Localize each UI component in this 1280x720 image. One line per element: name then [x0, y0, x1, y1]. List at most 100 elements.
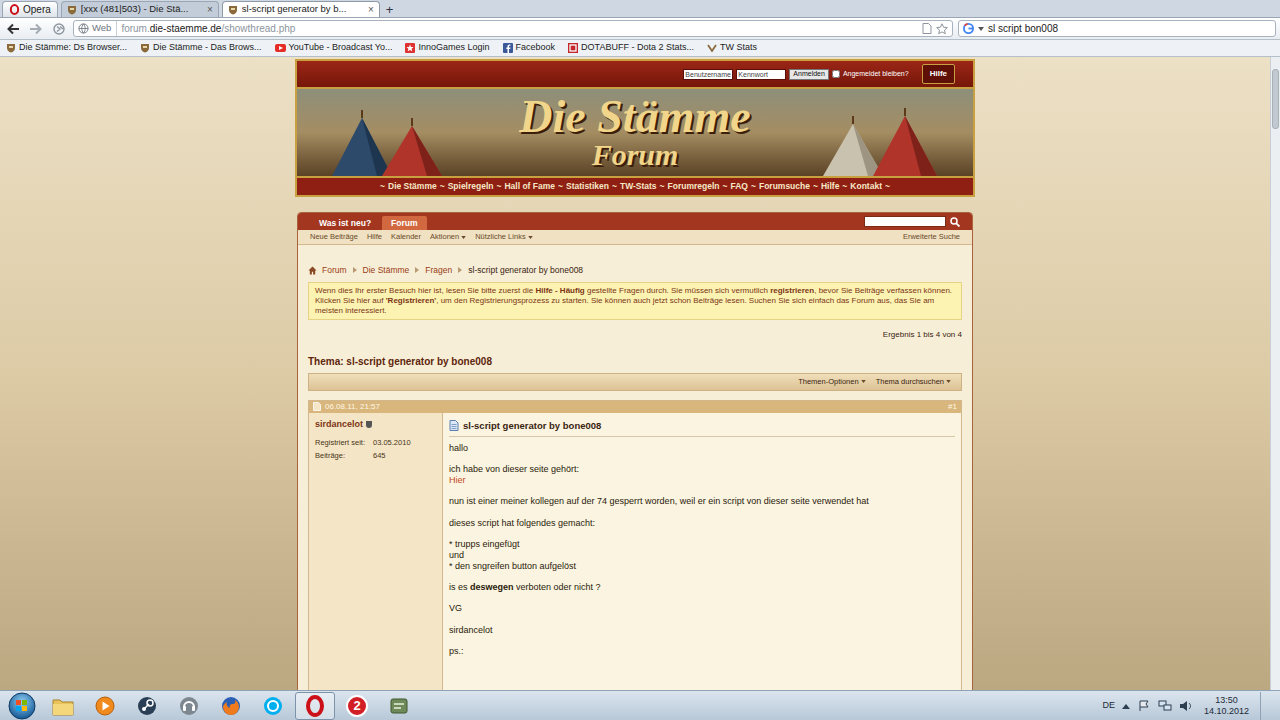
- show-desktop-button[interactable]: [1260, 692, 1270, 720]
- search-field[interactable]: sl script bon008: [958, 20, 1276, 37]
- subnav-item[interactable]: Hilfe: [367, 231, 382, 242]
- bookmarks-bar: Die Stämme: Ds Browser... Die Stämme - Da…: [0, 40, 1280, 57]
- thread-tool[interactable]: Themen-Optionen: [798, 376, 865, 387]
- password-field[interactable]: [736, 69, 786, 80]
- twstats-icon: [707, 43, 717, 53]
- login-bar: AnmeldenAngemeldet bleiben?Hilfe: [297, 61, 973, 87]
- nav-link[interactable]: Forumregeln: [668, 180, 720, 193]
- address-field[interactable]: Web forum.die-staemme.de/showthread.php: [73, 20, 953, 37]
- bookmark[interactable]: DOTABUFF - Dota 2 Stats...: [568, 41, 694, 55]
- browser-tab[interactable]: sl-script generator by b...×: [222, 1, 380, 17]
- nav-link[interactable]: Kontakt: [850, 180, 882, 193]
- language-indicator[interactable]: DE: [1102, 699, 1115, 713]
- tab-favicon-icon: [67, 5, 77, 15]
- start-button[interactable]: [2, 692, 42, 720]
- forum-tab[interactable]: Forum: [382, 216, 426, 230]
- thread-tool-label: Themen-Optionen: [798, 376, 858, 387]
- bookmark-label: Facebook: [516, 41, 556, 55]
- author-name[interactable]: sirdancelot: [315, 418, 363, 432]
- nav-separator: ~: [751, 180, 756, 193]
- tool-icon: [388, 695, 410, 717]
- skype-taskbar-button[interactable]: [253, 692, 293, 720]
- search-button[interactable]: [950, 217, 960, 227]
- post-line: und: [449, 550, 955, 561]
- login-button[interactable]: Anmelden: [789, 69, 829, 80]
- nav-link[interactable]: Spielregeln: [448, 180, 494, 193]
- bookmark[interactable]: InnoGames Login: [405, 41, 489, 55]
- taskbar: 2 DE 13:5014.10.2012: [0, 690, 1280, 720]
- post-text: deswegen: [470, 582, 514, 592]
- subnav-item[interactable]: Nützliche Links: [475, 231, 532, 242]
- bookmark[interactable]: Die Stämme - Das Brows...: [140, 41, 262, 55]
- forum-tab[interactable]: Was ist neu?: [310, 216, 380, 230]
- opera-menu-button[interactable]: Opera: [2, 1, 58, 17]
- post-text: is es: [449, 582, 470, 592]
- forward-button[interactable]: [27, 23, 45, 35]
- url-prefix: forum.: [121, 23, 149, 34]
- post-text: * trupps eingefügt: [449, 539, 520, 549]
- tab-close-button[interactable]: ×: [207, 5, 213, 15]
- badge-taskbar-button[interactable]: 2: [337, 692, 377, 720]
- notice-text: registrieren: [770, 286, 814, 295]
- scrollbar[interactable]: [1270, 57, 1280, 690]
- explorer-taskbar-button[interactable]: [43, 692, 83, 720]
- back-button[interactable]: [4, 23, 22, 35]
- bookmark[interactable]: YouTube - Broadcast Yo...: [275, 41, 393, 55]
- system-tray: DE 13:5014.10.2012: [1102, 692, 1278, 720]
- teamspeak-taskbar-button[interactable]: [169, 692, 209, 720]
- nav-link[interactable]: Hall of Fame: [504, 180, 555, 193]
- breadcrumb-item[interactable]: Forum: [322, 264, 347, 277]
- subnav-item[interactable]: Kalender: [391, 231, 421, 242]
- post-text: hallo: [449, 443, 468, 453]
- nav-link[interactable]: Hilfe: [821, 180, 839, 193]
- bookmark-label: DOTABUFF - Dota 2 Stats...: [581, 41, 694, 55]
- tab-bar: Opera[xxx (481|503) - Die Stä...×sl-scri…: [0, 0, 1280, 18]
- breadcrumb-item[interactable]: Die Stämme: [363, 264, 410, 277]
- post-text: ps.:: [449, 646, 464, 656]
- nav-link[interactable]: Statistiken: [566, 180, 609, 193]
- clock[interactable]: 13:5014.10.2012: [1200, 695, 1253, 717]
- bookmark[interactable]: Die Stämme: Ds Browser...: [6, 41, 127, 55]
- post-paragraph: is es deswegen verboten oder nicht ?: [449, 582, 955, 593]
- username-field[interactable]: [683, 69, 733, 80]
- bookmark[interactable]: TW Stats: [707, 41, 757, 55]
- post-content: sl-script generator by bone008halloich h…: [443, 413, 961, 690]
- subnav-label: Nützliche Links: [475, 231, 525, 242]
- forum-content: Forum Die Stämme Fragen sl-script generator…: [298, 264, 972, 690]
- advanced-search-link[interactable]: Erweiterte Suche: [903, 231, 960, 242]
- forum-search-field[interactable]: [864, 216, 946, 227]
- bookmark[interactable]: Facebook: [503, 41, 556, 55]
- nav-link[interactable]: FAQ: [731, 180, 748, 193]
- post-body: halloich habe von dieser seite gehört:Hi…: [449, 443, 955, 657]
- subnav-item[interactable]: Aktionen: [430, 231, 466, 242]
- new-tab-button[interactable]: +: [386, 3, 394, 16]
- tab-close-button[interactable]: ×: [368, 5, 374, 15]
- scrollbar-thumb[interactable]: [1272, 69, 1279, 129]
- browser-tab[interactable]: [xxx (481|503) - Die Stä...×: [61, 1, 219, 17]
- notice-text: Hilfe - Häufig: [535, 286, 584, 295]
- forum-tab-row: Was ist neu?Forum: [298, 213, 972, 230]
- breadcrumb-item[interactable]: Fragen: [425, 264, 452, 277]
- stat-value: 03.05.2010: [373, 437, 436, 448]
- post: 06.08.11, 21:57#1sirdancelotRegistriert …: [308, 400, 962, 690]
- remember-checkbox[interactable]: [832, 70, 840, 78]
- nav-link[interactable]: Die Stämme: [388, 180, 437, 193]
- tool-taskbar-button[interactable]: [379, 692, 419, 720]
- stat-value: 645: [373, 450, 436, 461]
- web-badge[interactable]: Web: [78, 21, 117, 35]
- nav-link[interactable]: Forumsuche: [759, 180, 810, 193]
- post-number[interactable]: #1: [948, 401, 957, 413]
- post-link[interactable]: Hier: [449, 475, 466, 485]
- firefox-taskbar-button[interactable]: [211, 692, 251, 720]
- subnav-item[interactable]: Neue Beiträge: [310, 231, 358, 242]
- url-text[interactable]: forum.die-staemme.de/showthread.php: [121, 21, 918, 36]
- nav-link[interactable]: TW-Stats: [620, 180, 657, 193]
- thread-tool[interactable]: Thema durchsuchen: [876, 376, 951, 387]
- turbo-button[interactable]: [50, 23, 68, 35]
- steam-taskbar-button[interactable]: [127, 692, 167, 720]
- help-button[interactable]: Hilfe: [922, 64, 955, 84]
- post-line: dieses script hat folgendes gemacht:: [449, 518, 955, 529]
- show-hidden-icons-icon: [1122, 703, 1130, 709]
- opera-taskbar-button[interactable]: [295, 692, 335, 720]
- mediaplayer-taskbar-button[interactable]: [85, 692, 125, 720]
